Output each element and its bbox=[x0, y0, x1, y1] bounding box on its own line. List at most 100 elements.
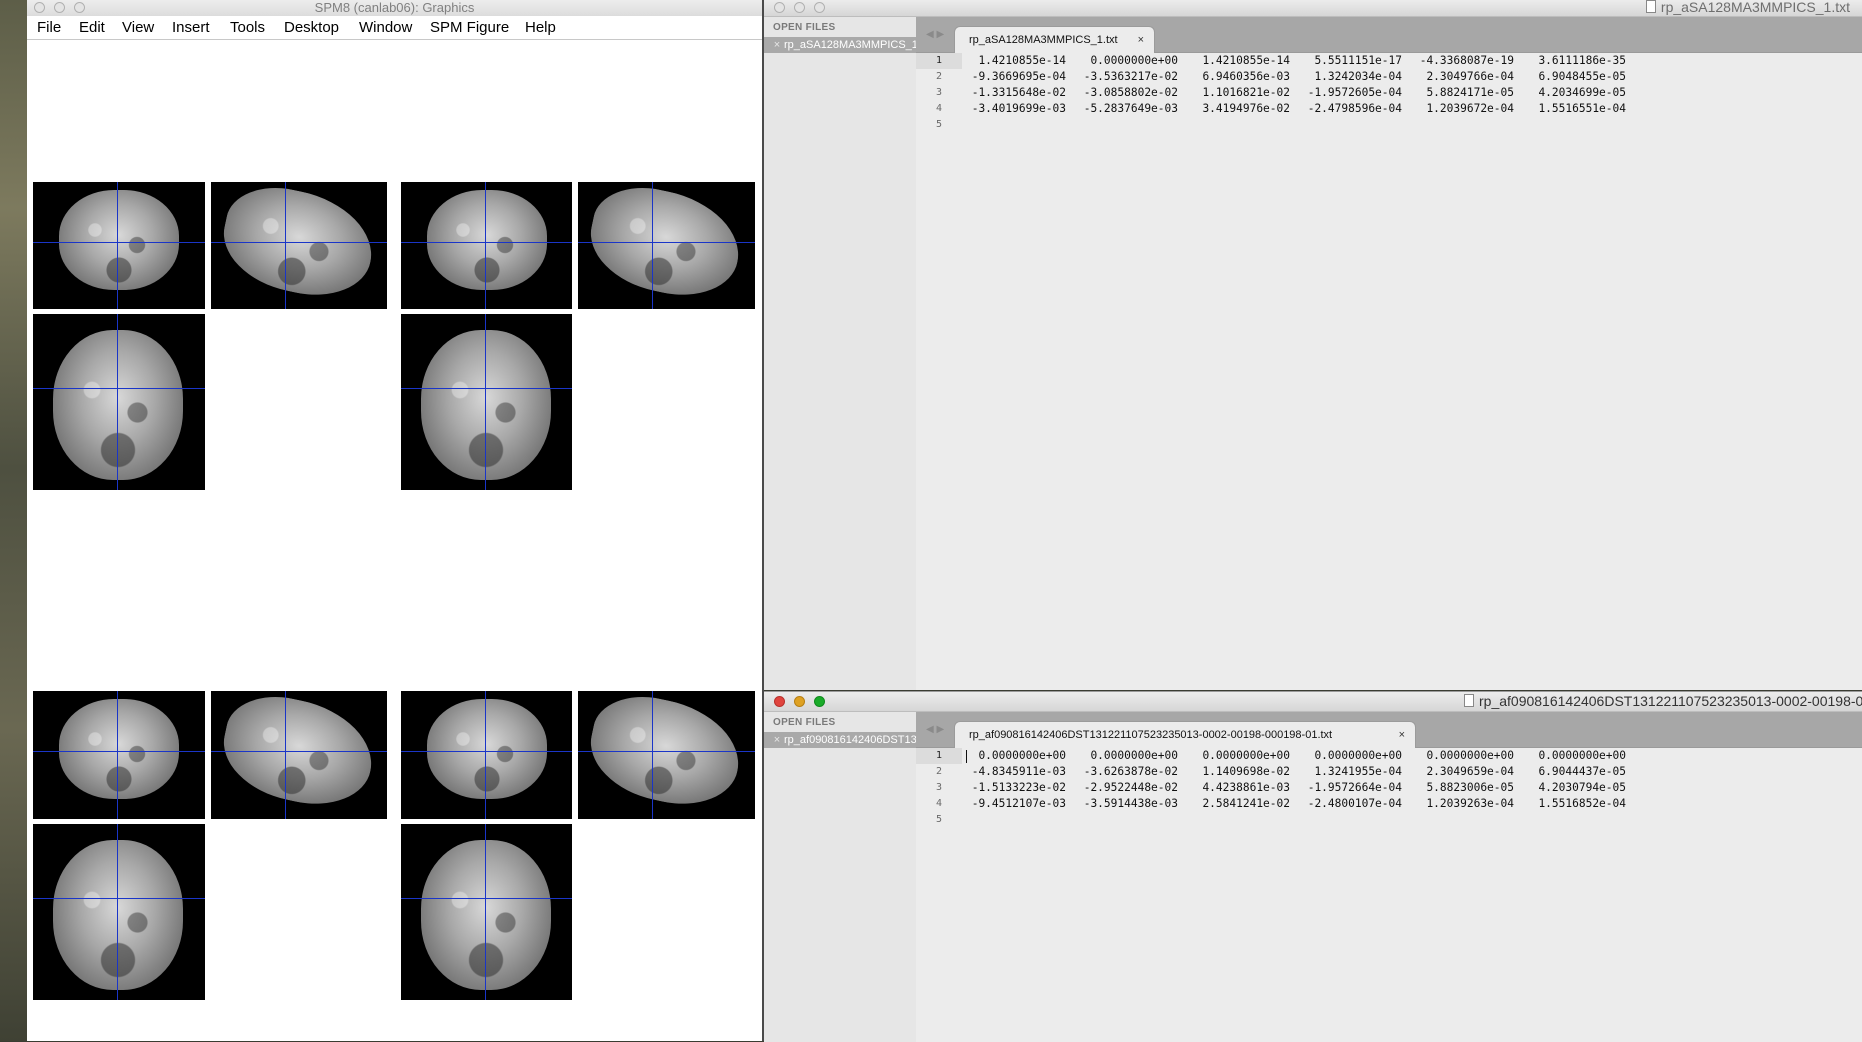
menu-insert[interactable]: Insert bbox=[172, 18, 210, 38]
zoom-button[interactable] bbox=[814, 696, 825, 707]
menu-help[interactable]: Help bbox=[525, 18, 556, 38]
open-files-sidebar: OPEN FILES ×rp_af090816142406DST13122110… bbox=[764, 712, 917, 1042]
value-cell: 1.1409698e-02 bbox=[1202, 765, 1290, 778]
file-tab[interactable]: rp_af090816142406DST131221107523235013-0… bbox=[954, 721, 1416, 748]
value-cell: 5.5511151e-17 bbox=[1314, 54, 1402, 67]
brain-slice-image bbox=[581, 182, 749, 307]
sagittal-view[interactable] bbox=[211, 691, 387, 819]
brain-slice-image bbox=[59, 699, 179, 799]
window-title-text: rp_af090816142406DST131221107523235013-0… bbox=[1479, 693, 1862, 709]
menu-file[interactable]: File bbox=[37, 18, 61, 38]
tab-close-icon[interactable]: × bbox=[1399, 722, 1405, 749]
minimize-button[interactable] bbox=[794, 2, 805, 13]
coronal-view[interactable] bbox=[33, 691, 205, 819]
code-line[interactable]: -1.3315648e-02 -3.0858802e-02 1.1016821e… bbox=[966, 85, 1862, 101]
value-cell: 4.4238861e-03 bbox=[1202, 781, 1290, 794]
zoom-button[interactable] bbox=[814, 2, 825, 13]
code-line[interactable]: -9.4512107e-03 -3.5914438e-03 2.5841241e… bbox=[966, 796, 1862, 812]
editor-titlebar[interactable]: rp_af090816142406DST131221107523235013-0… bbox=[764, 692, 1862, 712]
value-cell: -3.6263878e-02 bbox=[1083, 765, 1178, 778]
open-file-item[interactable]: ×rp_aSA128MA3MMPICS_1.txt bbox=[764, 37, 916, 53]
spm-graphics-window: SPM8 (canlab06): Graphics File Edit View… bbox=[27, 0, 762, 1041]
sagittal-view[interactable] bbox=[578, 182, 755, 309]
editor-window-title: rp_af090816142406DST131221107523235013-0… bbox=[1464, 692, 1862, 711]
value-cell: 6.9460356e-03 bbox=[1202, 70, 1290, 83]
sidebar-heading: OPEN FILES bbox=[773, 717, 836, 728]
tab-close-icon[interactable]: × bbox=[1138, 27, 1144, 54]
value-cell: -4.8345911e-03 bbox=[971, 765, 1066, 778]
tab-nav-arrows-icon[interactable]: ◀ ▶ bbox=[926, 29, 944, 40]
value-cell: 3.6111186e-35 bbox=[1538, 54, 1626, 67]
tab-label: rp_af090816142406DST131221107523235013-0… bbox=[969, 729, 1333, 741]
desktop-background bbox=[0, 0, 27, 1041]
value-cell: 6.9048455e-05 bbox=[1538, 70, 1626, 83]
brain-slice-image bbox=[427, 190, 547, 290]
code-line[interactable] bbox=[966, 117, 1862, 133]
line-number: 4 bbox=[935, 798, 943, 809]
value-cell: 0.0000000e+00 bbox=[1090, 749, 1178, 762]
close-button[interactable] bbox=[774, 696, 785, 707]
axial-view[interactable] bbox=[33, 824, 205, 1000]
code-line[interactable]: 0.0000000e+00 0.0000000e+00 0.0000000e+0… bbox=[966, 748, 1862, 764]
file-tab[interactable]: rp_aSA128MA3MMPICS_1.txt × bbox=[954, 26, 1155, 53]
coronal-view[interactable] bbox=[33, 182, 205, 309]
value-cell: 1.4210855e-14 bbox=[978, 54, 1066, 67]
crosshair-horizontal bbox=[211, 242, 387, 243]
value-cell: -1.9572605e-04 bbox=[1307, 86, 1402, 99]
menu-desktop[interactable]: Desktop bbox=[284, 18, 339, 38]
value-cell: 1.2039672e-04 bbox=[1426, 102, 1514, 115]
code-line[interactable]: -3.4019699e-03 -5.2837649e-03 3.4194976e… bbox=[966, 101, 1862, 117]
brain-slice-image bbox=[214, 691, 382, 816]
spm-titlebar[interactable]: SPM8 (canlab06): Graphics bbox=[27, 0, 762, 17]
minimize-button[interactable] bbox=[794, 696, 805, 707]
line-number: 3 bbox=[935, 87, 943, 98]
brain-slice-image bbox=[53, 330, 183, 480]
code-line[interactable]: 1.4210855e-14 0.0000000e+00 1.4210855e-1… bbox=[966, 53, 1862, 69]
menu-spm-figure[interactable]: SPM Figure bbox=[430, 18, 509, 38]
sagittal-view[interactable] bbox=[211, 182, 387, 309]
editor-window-title: rp_aSA128MA3MMPICS_1.txt bbox=[1645, 0, 1850, 16]
crosshair-horizontal bbox=[401, 388, 572, 389]
document-icon bbox=[1464, 694, 1474, 707]
tab-nav-arrows-icon[interactable]: ◀ ▶ bbox=[926, 724, 944, 735]
value-cell: -1.5133223e-02 bbox=[971, 781, 1066, 794]
value-cell: 6.9044437e-05 bbox=[1538, 765, 1626, 778]
coronal-view[interactable] bbox=[401, 691, 572, 819]
crosshair-horizontal bbox=[401, 898, 572, 899]
menu-window[interactable]: Window bbox=[359, 18, 412, 38]
code-area[interactable]: 1.4210855e-14 0.0000000e+00 1.4210855e-1… bbox=[966, 53, 1862, 690]
crosshair-vertical bbox=[285, 182, 286, 309]
crosshair-horizontal bbox=[401, 242, 572, 243]
code-area[interactable]: 0.0000000e+00 0.0000000e+00 0.0000000e+0… bbox=[966, 748, 1862, 1042]
close-button[interactable] bbox=[774, 2, 785, 13]
code-line[interactable]: -9.3669695e-04 -3.5363217e-02 6.9460356e… bbox=[966, 69, 1862, 85]
code-line[interactable] bbox=[966, 812, 1862, 828]
value-cell: -1.9572664e-04 bbox=[1307, 781, 1402, 794]
crosshair-horizontal bbox=[33, 388, 205, 389]
axial-view[interactable] bbox=[401, 824, 572, 1000]
line-number: 1 bbox=[916, 53, 962, 69]
sagittal-view[interactable] bbox=[578, 691, 755, 819]
crosshair-vertical bbox=[485, 314, 486, 490]
crosshair-vertical bbox=[652, 691, 653, 819]
axial-view[interactable] bbox=[401, 314, 572, 490]
value-cell: 4.2030794e-05 bbox=[1538, 781, 1626, 794]
close-icon[interactable]: × bbox=[770, 732, 784, 748]
code-line[interactable]: -4.8345911e-03 -3.6263878e-02 1.1409698e… bbox=[966, 764, 1862, 780]
coronal-view[interactable] bbox=[401, 182, 572, 309]
crosshair-vertical bbox=[117, 182, 118, 309]
brain-slice-image bbox=[581, 691, 749, 816]
menu-edit[interactable]: Edit bbox=[79, 18, 105, 38]
editor-titlebar[interactable]: rp_aSA128MA3MMPICS_1.txt bbox=[764, 0, 1862, 17]
menu-tools[interactable]: Tools bbox=[230, 18, 265, 38]
close-icon[interactable]: × bbox=[770, 37, 784, 53]
value-cell: 1.5516551e-04 bbox=[1538, 102, 1626, 115]
value-cell: 3.4194976e-02 bbox=[1202, 102, 1290, 115]
code-line[interactable]: -1.5133223e-02 -2.9522448e-02 4.4238861e… bbox=[966, 780, 1862, 796]
open-file-item[interactable]: ×rp_af090816142406DST131221107523235013-… bbox=[764, 732, 916, 748]
line-number: 4 bbox=[935, 103, 943, 114]
axial-view[interactable] bbox=[33, 314, 205, 490]
value-cell: 2.3049766e-04 bbox=[1426, 70, 1514, 83]
brain-slice-image bbox=[214, 182, 382, 307]
menu-view[interactable]: View bbox=[122, 18, 154, 38]
